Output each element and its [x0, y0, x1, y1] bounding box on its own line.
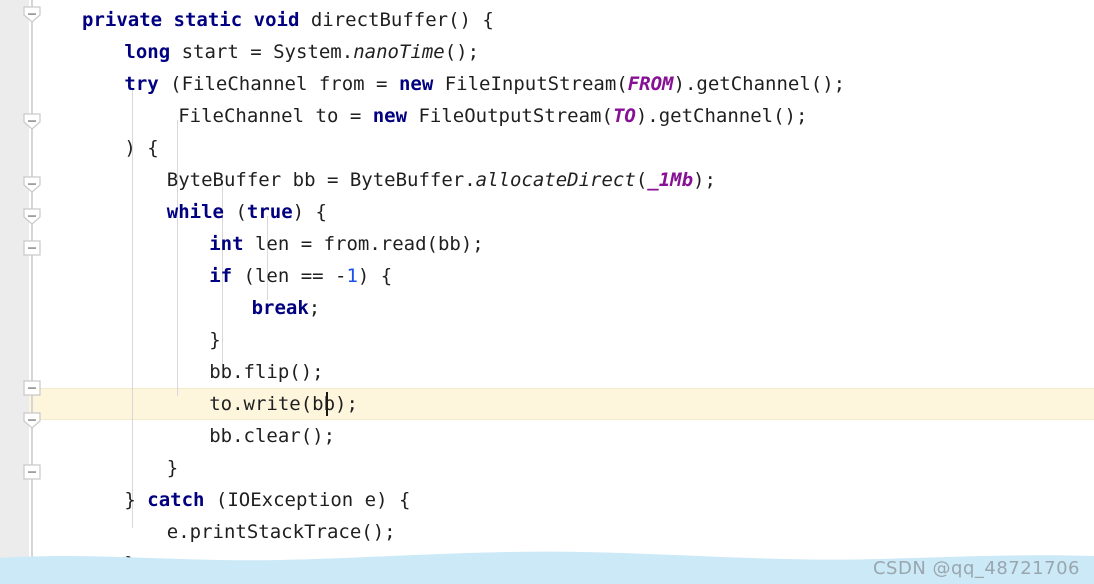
code-token: FileInputStream(	[433, 73, 628, 95]
code-line[interactable]: }	[0, 324, 221, 356]
code-line[interactable]: bb.clear();	[0, 420, 335, 452]
code-token: if	[209, 265, 233, 287]
code-token: 1	[346, 265, 358, 287]
code-token: ();	[444, 41, 480, 63]
code-token: bb.flip();	[209, 361, 324, 383]
code-token: void	[253, 9, 300, 31]
code-token: true	[246, 201, 293, 223]
code-token: new	[372, 105, 408, 127]
code-token: );	[693, 169, 716, 191]
code-line[interactable]: int len = from.read(bb);	[0, 228, 484, 260]
code-token: nanoTime	[353, 41, 445, 63]
code-line[interactable]: bb.flip();	[0, 356, 324, 388]
code-token: ).getChannel();	[635, 105, 808, 127]
code-token: catch	[147, 489, 205, 511]
code-token: try	[124, 73, 159, 95]
code-token: ).getChannel();	[673, 73, 846, 95]
code-line[interactable]: ByteBuffer bb = ByteBuffer.allocateDirec…	[0, 164, 716, 196]
code-line[interactable]: } catch (IOException e) {	[0, 484, 410, 516]
code-line[interactable]: private static void directBuffer() {	[0, 4, 494, 36]
code-token: ByteBuffer bb = ByteBuffer.	[166, 169, 476, 191]
code-token: (	[635, 169, 648, 191]
code-token: }	[124, 489, 148, 511]
code-line[interactable]: try (FileChannel from = new FileInputStr…	[0, 68, 845, 100]
code-line[interactable]: }	[0, 452, 178, 484]
code-editor[interactable]: private static void directBuffer() {long…	[0, 0, 1094, 584]
code-line[interactable]: while (true) {	[0, 196, 327, 228]
code-token: new	[398, 73, 434, 95]
code-line[interactable]: e.printStackTrace();	[0, 516, 396, 548]
code-line[interactable]: ) {	[0, 132, 159, 164]
code-token: (IOException e) {	[204, 489, 411, 511]
code-token: to.write(bb);	[209, 393, 358, 415]
code-token: break	[251, 297, 309, 319]
code-token: TO	[612, 105, 636, 127]
text-caret	[325, 392, 328, 416]
code-line[interactable]: FileChannel to = new FileOutputStream(TO…	[0, 100, 807, 132]
code-token: directBuffer() {	[299, 9, 494, 31]
code-token: long	[124, 41, 171, 63]
code-token: bb.clear();	[209, 425, 336, 447]
code-token: (	[224, 201, 247, 223]
code-token: }	[209, 329, 221, 351]
code-token: e.printStackTrace();	[166, 521, 396, 543]
code-line[interactable]: break;	[0, 292, 321, 324]
code-token: while	[166, 201, 224, 223]
code-token: len = from.read(bb);	[243, 233, 484, 255]
code-token: ;	[308, 297, 321, 319]
code-token: allocateDirect	[475, 169, 636, 191]
code-token: (FileChannel from =	[158, 73, 399, 95]
code-line[interactable]: to.write(bb);	[0, 388, 358, 420]
code-token: FileOutputStream(	[407, 105, 613, 127]
code-line[interactable]: if (len == -1) {	[0, 260, 392, 292]
code-token: start = System.	[170, 41, 354, 63]
code-token: private	[82, 9, 163, 31]
code-token: FROM	[627, 73, 674, 95]
code-token: _1Mb	[647, 169, 694, 191]
watermark-text: CSDN @qq_48721706	[872, 558, 1080, 579]
code-token: }	[166, 457, 179, 479]
code-token: int	[209, 233, 244, 255]
code-token: FileChannel to =	[166, 105, 373, 127]
code-token: static	[173, 9, 243, 31]
code-token: ) {	[124, 137, 159, 159]
code-token: ) {	[357, 265, 393, 287]
code-token: ) {	[292, 201, 327, 223]
code-token: (len == -	[232, 265, 347, 287]
code-line[interactable]: long start = System.nanoTime();	[0, 36, 479, 68]
